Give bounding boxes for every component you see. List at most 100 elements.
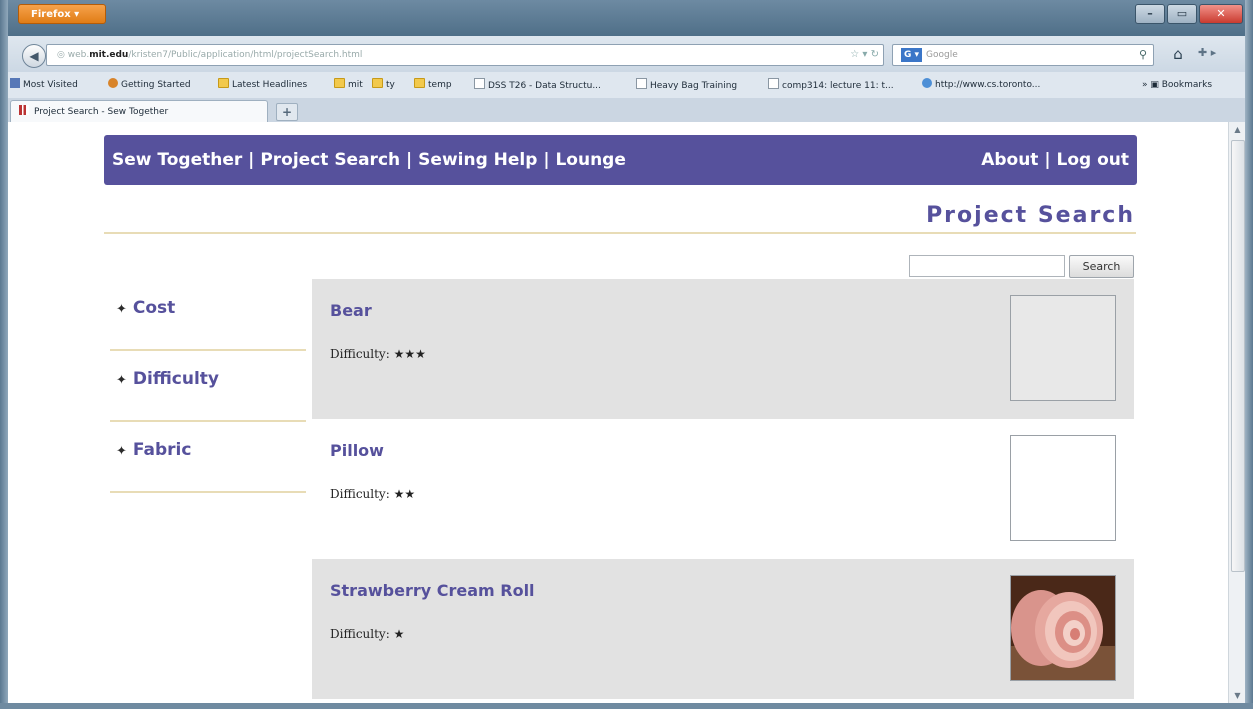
filter-label[interactable]: ✦ Difficulty	[116, 369, 219, 389]
bookmark-item[interactable]: http://www.cs.toronto...	[922, 78, 1040, 92]
search-button[interactable]: Search	[1069, 255, 1134, 278]
bookmarks-toolbar: Most Visited Getting Started Latest Headli…	[0, 72, 1253, 99]
new-tab-button[interactable]: +	[276, 103, 298, 121]
project-name[interactable]: Bear	[330, 301, 372, 320]
tab-favicon-icon	[19, 105, 29, 115]
results-list: Bear Difficulty: ★★★ Pillow Difficulty: …	[312, 279, 1134, 699]
bookmark-label: Getting Started	[121, 80, 191, 90]
star-rating-icon: ★	[393, 627, 405, 641]
account-nav: About | Log out	[981, 150, 1129, 170]
filter-difficulty-label: Difficulty	[132, 369, 220, 389]
bookmark-label: Heavy Bag Training	[650, 81, 738, 91]
star-rating-icon: ★★	[393, 487, 416, 501]
folder-icon	[372, 78, 383, 88]
url-path: /kristen7/Public/application/html/projec…	[128, 50, 363, 60]
bookmark-item[interactable]: Latest Headlines	[218, 78, 307, 92]
magnifier-icon[interactable]: ⚲	[1139, 45, 1147, 65]
nav-log-out[interactable]: Log out	[1056, 150, 1129, 170]
bookmark-item[interactable]: ty	[372, 78, 395, 92]
project-row[interactable]: Strawberry Cream Roll Difficulty: ★	[312, 559, 1134, 699]
bookmark-label: mit	[348, 80, 363, 90]
bookmarks-menu-button[interactable]: » ▣ Bookmarks	[1142, 78, 1212, 92]
filter-fabric-label: Fabric	[132, 440, 192, 460]
filter-fabric[interactable]: ✦ Fabric	[110, 421, 306, 493]
project-row[interactable]: Bear Difficulty: ★★★	[312, 279, 1134, 419]
bookmark-label: ty	[386, 80, 395, 90]
browser-search-bar[interactable]: G ▾ Google ⚲	[892, 44, 1154, 66]
tab-project-search[interactable]: Project Search - Sew Together	[10, 100, 268, 122]
globe-icon	[922, 78, 932, 88]
toolbar-overflow-icon[interactable]: ✚ ▸	[1198, 46, 1216, 59]
back-arrow-icon[interactable]: ◀	[22, 44, 46, 68]
filter-sidebar: ✦ Cost ✦ Difficulty ✦ Fabric	[104, 279, 310, 704]
expand-plus-icon: ✦	[116, 302, 127, 317]
nav-separator: |	[1038, 150, 1057, 170]
bookmark-item[interactable]: Getting Started	[108, 78, 191, 92]
nav-separator: |	[242, 150, 261, 170]
bookmark-item[interactable]: Heavy Bag Training	[636, 78, 737, 92]
bookmark-item[interactable]: Most Visited	[10, 78, 78, 92]
minimize-icon[interactable]: –	[1135, 4, 1165, 24]
bookmark-item[interactable]: comp314: lecture 11: t...	[768, 78, 894, 92]
nav-separator: |	[400, 150, 419, 170]
nav-about[interactable]: About	[981, 150, 1038, 170]
nav-project-search[interactable]: Project Search	[260, 150, 400, 170]
star-rating-icon: ★★★	[393, 347, 426, 361]
search-engine-placeholder: Google	[926, 50, 958, 60]
cake-roll-photo[interactable]	[1010, 575, 1116, 681]
vertical-scrollbar[interactable]: ▲ ▼	[1228, 122, 1246, 704]
mv-icon	[10, 78, 20, 88]
firefox-menu-button[interactable]: Firefox ▾	[18, 4, 106, 24]
project-thumbnail[interactable]	[1010, 435, 1116, 541]
site-header: Sew Together | Project Search | Sewing H…	[104, 135, 1137, 185]
bookmark-item[interactable]: DSS T26 - Data Structu...	[474, 78, 601, 92]
nav-sew-together[interactable]: Sew Together	[112, 150, 242, 170]
project-search-input[interactable]	[909, 255, 1065, 277]
url-domain: mit.edu	[89, 50, 129, 60]
maximize-icon[interactable]: ▭	[1167, 4, 1197, 24]
nav-sewing-help[interactable]: Sewing Help	[418, 150, 537, 170]
gs-icon	[108, 78, 118, 88]
folder-icon	[218, 78, 229, 88]
bookmark-item[interactable]: temp	[414, 78, 452, 92]
filter-label[interactable]: ✦ Fabric	[116, 440, 191, 460]
bookmark-label: http://www.cs.toronto...	[935, 80, 1041, 90]
close-icon[interactable]: ✕	[1199, 4, 1243, 24]
filter-label[interactable]: ✦ Cost	[116, 298, 175, 318]
scroll-thumb[interactable]	[1231, 140, 1245, 572]
difficulty-label: Difficulty:	[330, 627, 390, 641]
nav-lounge[interactable]: Lounge	[555, 150, 625, 170]
bookmark-label: comp314: lecture 11: t...	[782, 81, 894, 91]
scroll-down-arrow-icon[interactable]: ▼	[1229, 688, 1246, 704]
window-titlebar: Firefox ▾ – ▭ ✕	[0, 0, 1253, 36]
window-bottom-border	[0, 703, 1253, 709]
address-bar[interactable]: ◎ web.mit.edu/kristen7/Public/applicatio…	[46, 44, 884, 66]
main-nav: Sew Together | Project Search | Sewing H…	[112, 150, 626, 170]
project-name[interactable]: Strawberry Cream Roll	[330, 581, 535, 600]
firefox-menu-label: Firefox	[31, 9, 71, 20]
site-identity-icon[interactable]: ◎	[57, 50, 68, 60]
tab-strip: Project Search - Sew Together +	[0, 98, 1253, 123]
project-name[interactable]: Pillow	[330, 441, 384, 460]
home-icon[interactable]: ⌂	[1168, 45, 1188, 63]
expand-plus-icon: ✦	[116, 373, 127, 388]
scroll-up-arrow-icon[interactable]: ▲	[1229, 122, 1246, 138]
window-left-border	[0, 0, 8, 709]
window-right-border	[1245, 0, 1253, 709]
nav-separator: |	[537, 150, 556, 170]
project-thumbnail[interactable]	[1010, 295, 1116, 401]
reload-icon[interactable]: ☆ ▾ ↻	[850, 45, 879, 65]
tab-title: Project Search - Sew Together	[34, 107, 169, 117]
window-controls: – ▭ ✕	[1135, 4, 1243, 24]
project-row[interactable]: Pillow Difficulty: ★★	[312, 419, 1134, 559]
filter-cost[interactable]: ✦ Cost	[110, 279, 306, 351]
expand-plus-icon: ✦	[116, 444, 127, 459]
page-icon	[768, 78, 779, 89]
url-prefix: web.	[67, 50, 90, 60]
filter-difficulty[interactable]: ✦ Difficulty	[110, 350, 306, 422]
google-engine-icon[interactable]: G ▾	[901, 48, 923, 62]
page-icon	[636, 78, 647, 89]
bookmark-item[interactable]: mit	[334, 78, 363, 92]
difficulty-label: Difficulty:	[330, 347, 390, 361]
project-difficulty: Difficulty: ★	[330, 627, 404, 641]
